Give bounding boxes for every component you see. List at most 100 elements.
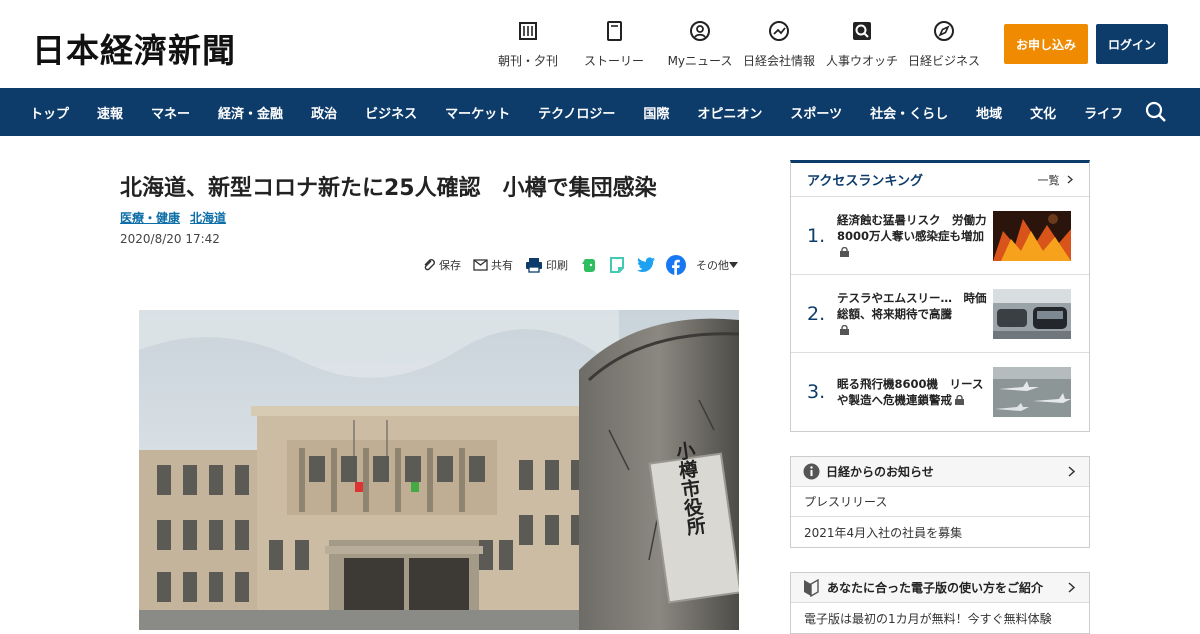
search-icon[interactable] xyxy=(1144,100,1168,124)
tool-label: ストーリー xyxy=(583,54,644,68)
chevron-right-icon xyxy=(1067,175,1073,183)
facebook-icon[interactable] xyxy=(666,255,686,275)
ranking-more-link[interactable]: 一覧 xyxy=(1038,172,1074,188)
tool-company-info[interactable]: 日経会社情報 xyxy=(740,20,818,69)
rank-headline: 眠る飛行機8600機 リースや製造へ危機連鎖警戒 xyxy=(837,376,987,408)
tag-link[interactable]: 医療・健康 xyxy=(120,209,180,226)
compass-icon xyxy=(933,20,955,42)
book-icon xyxy=(603,20,625,42)
save-label: 保存 xyxy=(439,259,461,272)
rank-headline-text: テスラやエムスリー… 時価総額、将来期待で高騰 xyxy=(837,290,987,321)
nav-item[interactable]: 国際 xyxy=(643,103,669,122)
lock-icon xyxy=(955,395,964,405)
share-bar: 保存 共有 印刷 その他 xyxy=(422,255,753,275)
tool-label: 日経会社情報 xyxy=(742,54,815,68)
caret-down-icon xyxy=(729,262,738,268)
article-date: 2020/8/20 17:42 xyxy=(120,232,220,246)
rank-thumbnail-planes xyxy=(993,367,1071,417)
print-label: 印刷 xyxy=(546,259,568,272)
ranking-header: アクセスランキング 一覧 xyxy=(791,163,1089,197)
article-tags: 医療・健康 北海道 xyxy=(120,209,226,226)
rank-headline: テスラやエムスリー… 時価総額、将来期待で高騰 xyxy=(837,290,987,338)
beginner-mark-icon xyxy=(804,578,819,597)
nikkei-notice-box: 日経からのお知らせ プレスリリース 2021年4月入社の社員を募集 xyxy=(790,456,1090,548)
ranking-item[interactable]: 3. 眠る飛行機8600機 リースや製造へ危機連鎖警戒 xyxy=(791,353,1089,431)
nav-item[interactable]: 経済・金融 xyxy=(218,103,283,122)
ranking-item[interactable]: 2. テスラやエムスリー… 時価総額、将来期待で高騰 xyxy=(791,275,1089,353)
access-ranking: アクセスランキング 一覧 1. 経済蝕む猛暑リスク 労働力8000万人奪い感染症… xyxy=(790,160,1090,432)
login-button[interactable]: ログイン xyxy=(1096,24,1168,64)
user-circle-icon xyxy=(689,20,711,42)
nav-item[interactable]: トップ xyxy=(30,103,69,122)
person-search-icon xyxy=(851,20,873,42)
tool-label: Myニュース xyxy=(667,54,733,68)
note-icon[interactable] xyxy=(608,256,626,274)
ranking-title: アクセスランキング xyxy=(807,174,923,189)
lock-icon xyxy=(840,246,849,257)
chevron-right-icon xyxy=(1068,582,1075,593)
site-logo[interactable]: 日本経濟新聞 xyxy=(32,24,236,72)
print-button[interactable]: 印刷 xyxy=(525,257,568,273)
nav-item[interactable]: ライフ xyxy=(1084,103,1123,122)
tool-label: 朝刊・夕刊 xyxy=(497,54,558,68)
nav-item[interactable]: マネー xyxy=(151,103,190,122)
lock-icon xyxy=(840,324,849,335)
notice-title: 日経からのお知らせ xyxy=(826,465,934,479)
nav-item[interactable]: スポーツ xyxy=(790,103,842,122)
nav-list: トップ 速報 マネー 経済・金融 政治 ビジネス マーケット テクノロジー 国際 オピニオン スポー… xyxy=(0,88,1200,136)
tool-label: 日経ビジネス xyxy=(907,54,980,68)
tool-story[interactable]: ストーリー xyxy=(574,20,654,69)
rank-headline-text: 経済蝕む猛暑リスク 労働力8000万人奪い感染症も増加 xyxy=(837,212,987,243)
tool-my-news[interactable]: Myニュース xyxy=(666,20,734,69)
share-button[interactable]: 共有 xyxy=(473,257,513,273)
header-tools: 朝刊・夕刊 ストーリー Myニュース 日経会社情報 人事ウオッチ 日経ビジネス xyxy=(494,20,982,69)
ranking-item[interactable]: 1. 経済蝕む猛暑リスク 労働力8000万人奪い感染症も増加 xyxy=(791,197,1089,275)
tag-link[interactable]: 北海道 xyxy=(190,209,226,226)
rank-headline: 経済蝕む猛暑リスク 労働力8000万人奪い感染症も増加 xyxy=(837,212,987,260)
subscribe-button[interactable]: お申し込み xyxy=(1004,24,1088,64)
clip-icon xyxy=(424,259,435,271)
main-nav: トップ 速報 マネー 経済・金融 政治 ビジネス マーケット テクノロジー 国際 オピニオン スポー… xyxy=(0,88,1200,136)
nav-item[interactable]: 社会・くらし xyxy=(870,103,948,122)
tool-nikkei-business[interactable]: 日経ビジネス xyxy=(906,20,982,69)
save-button[interactable]: 保存 xyxy=(422,257,461,273)
guide-title: あなたに合った電子版の使い方をご紹介 xyxy=(827,581,1044,595)
nav-item[interactable]: テクノロジー xyxy=(538,103,615,122)
twitter-icon[interactable] xyxy=(636,256,656,274)
chart-line-icon xyxy=(768,20,790,42)
tool-label: 人事ウオッチ xyxy=(825,54,898,68)
nav-item[interactable]: 政治 xyxy=(311,103,337,122)
evernote-icon[interactable] xyxy=(580,256,598,274)
nav-item[interactable]: ビジネス xyxy=(365,103,417,122)
nav-item[interactable]: 文化 xyxy=(1030,103,1056,122)
more-share-button[interactable]: その他 xyxy=(696,257,741,273)
notice-row[interactable]: プレスリリース xyxy=(791,487,1089,517)
share-label: 共有 xyxy=(491,259,513,272)
guide-header[interactable]: あなたに合った電子版の使い方をご紹介 xyxy=(791,573,1089,603)
site-header: 日本経濟新聞 朝刊・夕刊 ストーリー Myニュース 日経会社情報 人事ウオッチ … xyxy=(0,0,1200,88)
rank-number: 2. xyxy=(807,302,826,325)
info-icon xyxy=(803,463,820,480)
guide-box: あなたに合った電子版の使い方をご紹介 電子版は最初の1カ月が無料！今すぐ無料体験 xyxy=(790,572,1090,634)
nav-item[interactable]: マーケット xyxy=(445,103,510,122)
tool-personnel-watch[interactable]: 人事ウオッチ xyxy=(824,20,900,69)
notice-row[interactable]: 2021年4月入社の社員を募集 xyxy=(791,517,1089,547)
more-label: その他 xyxy=(696,259,729,272)
chevron-right-icon xyxy=(1068,466,1075,477)
rank-thumbnail-fire xyxy=(993,210,1071,261)
nav-item[interactable]: 速報 xyxy=(97,103,123,122)
rank-thumbnail-cars xyxy=(993,288,1071,339)
rank-number: 1. xyxy=(807,224,826,247)
article-photo: 小樽市役所 xyxy=(139,310,739,630)
nav-item[interactable]: 地域 xyxy=(976,103,1002,122)
guide-row[interactable]: 電子版は最初の1カ月が無料！今すぐ無料体験 xyxy=(791,603,1089,633)
tool-paper-edition[interactable]: 朝刊・夕刊 xyxy=(494,20,562,69)
nav-item[interactable]: オピニオン xyxy=(697,103,762,122)
newspaper-grid-icon xyxy=(517,20,539,42)
printer-icon xyxy=(526,258,542,273)
rank-number: 3. xyxy=(807,381,826,403)
more-label: 一覧 xyxy=(1037,173,1060,187)
article-title: 北海道、新型コロナ新たに25人確認 小樽で集団感染 xyxy=(120,176,657,201)
notice-header[interactable]: 日経からのお知らせ xyxy=(791,457,1089,487)
mail-icon xyxy=(473,259,488,271)
